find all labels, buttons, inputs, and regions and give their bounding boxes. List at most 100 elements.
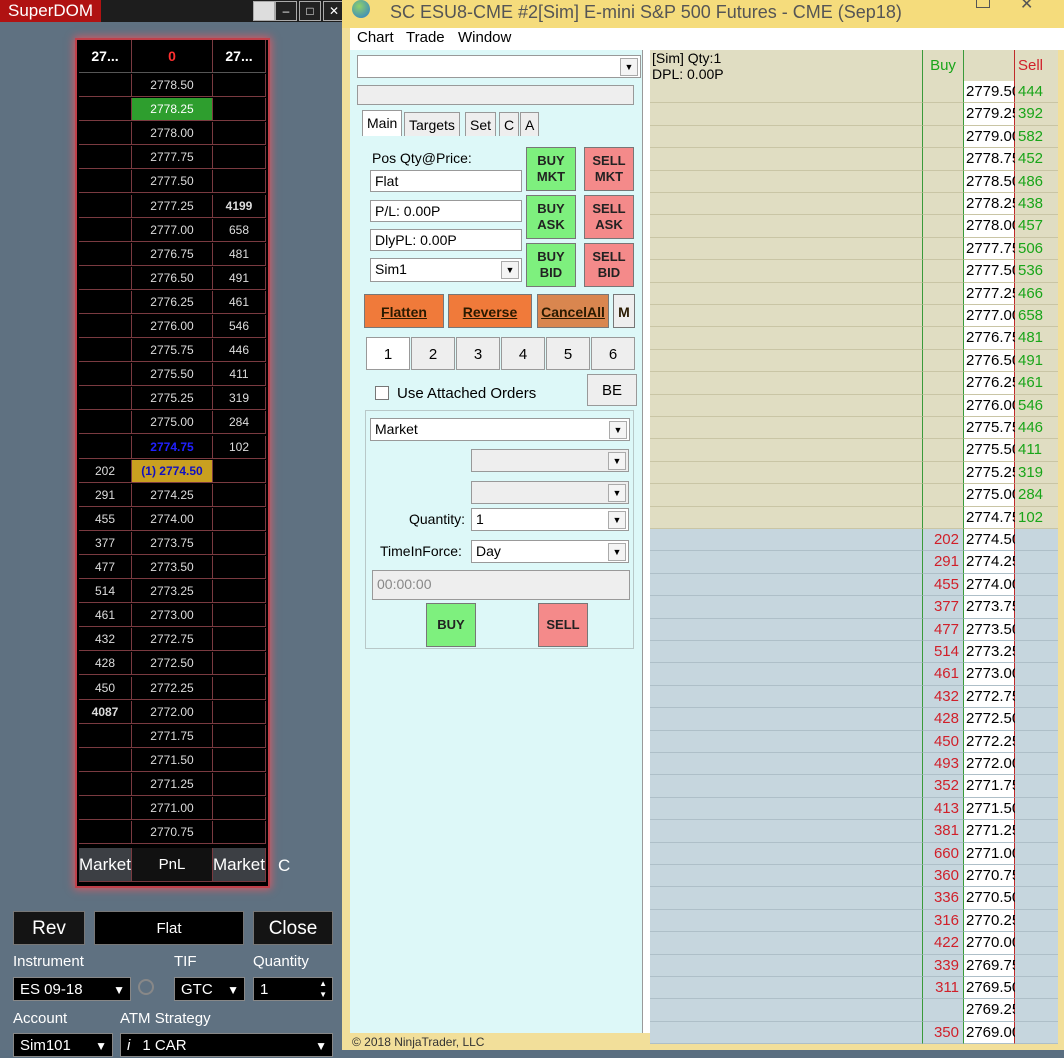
dom-sell-cell[interactable] bbox=[1015, 999, 1058, 1022]
atm-strategy-select[interactable]: i 1 CAR ▼ bbox=[120, 1033, 333, 1057]
dom-sell-cell[interactable]: 452 bbox=[1015, 148, 1058, 171]
dom-buy-cell[interactable]: 493 bbox=[922, 753, 963, 776]
qty-preset-6[interactable]: 6 bbox=[591, 337, 635, 370]
dom-price-cell[interactable]: 2771.00 bbox=[963, 842, 1020, 865]
ladder-price-cell[interactable]: 2777.00 bbox=[132, 218, 213, 242]
dom-buy-cell[interactable]: 428 bbox=[922, 708, 963, 731]
ladder-bid-cell[interactable]: 4087 bbox=[79, 700, 132, 724]
sell-bid-button[interactable]: SELL BID bbox=[584, 243, 634, 287]
dom-sell-cell[interactable]: 461 bbox=[1015, 372, 1058, 395]
c-label[interactable]: C bbox=[278, 856, 290, 876]
dom-price-cell[interactable]: 2774.75 bbox=[963, 506, 1020, 529]
dom-buy-cell[interactable]: 352 bbox=[922, 775, 963, 798]
dom-sell-cell[interactable]: 446 bbox=[1015, 417, 1058, 440]
tab-c[interactable]: C bbox=[499, 112, 520, 136]
dom-price-cell[interactable]: 2774.25 bbox=[963, 551, 1020, 574]
ladder-bid-cell[interactable]: 291 bbox=[79, 483, 132, 507]
dom-price-cell[interactable]: 2778.25 bbox=[963, 193, 1020, 216]
ladder-bid-cell[interactable]: 450 bbox=[79, 676, 132, 700]
ladder-price-cell[interactable]: 2770.75 bbox=[132, 821, 213, 845]
dom-price-cell[interactable]: 2771.25 bbox=[963, 820, 1020, 843]
stepper-arrows-icon[interactable]: ▲ ▼ bbox=[319, 978, 327, 1000]
ladder-bid-cell[interactable] bbox=[79, 242, 132, 266]
ladder-ask-cell[interactable] bbox=[213, 652, 266, 676]
dom-price-cell[interactable]: 2775.75 bbox=[963, 417, 1020, 440]
rev-button[interactable]: Rev bbox=[13, 911, 85, 945]
dom-sell-cell[interactable] bbox=[1015, 618, 1058, 641]
dom-buy-cell[interactable] bbox=[922, 148, 963, 171]
m-button[interactable]: M bbox=[613, 294, 635, 328]
dom-buy-cell[interactable] bbox=[922, 305, 963, 328]
ladder-ask-cell[interactable]: 446 bbox=[213, 339, 266, 363]
dom-price-cell[interactable]: 2775.25 bbox=[963, 461, 1020, 485]
ladder-price-cell[interactable]: 2773.75 bbox=[132, 531, 213, 555]
dom-sell-cell[interactable] bbox=[1015, 551, 1058, 574]
ladder-ask-cell[interactable] bbox=[213, 98, 266, 122]
account-select[interactable]: Sim101 ▼ bbox=[13, 1033, 113, 1057]
ladder-bid-cell[interactable]: 377 bbox=[79, 531, 132, 555]
ladder-bid-cell[interactable] bbox=[79, 387, 132, 411]
dom-price-cell[interactable]: 2769.00 bbox=[963, 1021, 1020, 1045]
ladder-price-cell[interactable]: 2772.25 bbox=[132, 676, 213, 700]
dom-price-cell[interactable]: 2771.50 bbox=[963, 797, 1020, 821]
dom-sell-cell[interactable]: 444 bbox=[1015, 81, 1058, 104]
dom-price-cell[interactable]: 2771.75 bbox=[963, 775, 1020, 798]
dom-sell-cell[interactable] bbox=[1015, 1021, 1058, 1045]
dom-buy-cell[interactable]: 336 bbox=[922, 887, 963, 910]
dom-price-cell[interactable]: 2777.50 bbox=[963, 260, 1020, 283]
header-ask[interactable]: 27... bbox=[213, 40, 266, 73]
quantity-stepper[interactable]: 1 ▲ ▼ bbox=[253, 977, 333, 1001]
ladder-price-cell[interactable]: 2771.75 bbox=[132, 724, 213, 748]
dom-sell-cell[interactable]: 466 bbox=[1015, 282, 1058, 305]
dom-price-cell[interactable]: 2776.00 bbox=[963, 394, 1020, 417]
close-button[interactable]: Close bbox=[253, 911, 333, 945]
market-sell-button[interactable]: Market bbox=[79, 848, 132, 882]
cancel-all-button[interactable]: CancelAll bbox=[537, 294, 609, 328]
ladder-bid-cell[interactable] bbox=[79, 218, 132, 242]
dom-buy-cell[interactable] bbox=[922, 215, 963, 238]
ladder-bid-cell[interactable]: 202 bbox=[79, 459, 132, 483]
qty-preset-4[interactable]: 4 bbox=[501, 337, 545, 370]
dom-buy-cell[interactable] bbox=[922, 237, 963, 261]
dom-buy-cell[interactable] bbox=[922, 461, 963, 485]
ladder-ask-cell[interactable] bbox=[213, 628, 266, 652]
ladder-bid-cell[interactable]: 514 bbox=[79, 580, 132, 604]
ladder-ask-cell[interactable] bbox=[213, 74, 266, 97]
ladder-price-cell[interactable]: 2775.50 bbox=[132, 363, 213, 387]
dom-price-cell[interactable]: 2769.25 bbox=[963, 999, 1020, 1022]
ladder-bid-cell[interactable] bbox=[79, 74, 132, 97]
ladder-ask-cell[interactable]: 284 bbox=[213, 411, 266, 435]
ladder-ask-cell[interactable] bbox=[213, 700, 266, 724]
ladder-bid-cell[interactable] bbox=[79, 146, 132, 170]
ladder-ask-cell[interactable]: 461 bbox=[213, 290, 266, 314]
dom-sell-cell[interactable] bbox=[1015, 641, 1058, 664]
dom-price-cell[interactable]: 2773.25 bbox=[963, 641, 1020, 664]
dom-buy-cell[interactable]: 291 bbox=[922, 551, 963, 574]
quantity-select[interactable]: 1 ▼ bbox=[471, 508, 629, 531]
ladder-bid-cell[interactable] bbox=[79, 339, 132, 363]
dom-sell-cell[interactable] bbox=[1015, 865, 1058, 888]
ladder-bid-cell[interactable]: 477 bbox=[79, 556, 132, 579]
dom-sell-cell[interactable] bbox=[1015, 820, 1058, 843]
dom-buy-cell[interactable] bbox=[922, 439, 963, 462]
ladder-price-cell[interactable]: 2777.25 bbox=[132, 194, 213, 218]
dom-buy-cell[interactable]: 455 bbox=[922, 573, 963, 597]
ladder-bid-cell[interactable] bbox=[79, 266, 132, 290]
dom-buy-cell[interactable] bbox=[922, 125, 963, 149]
dom-price-cell[interactable]: 2779.00 bbox=[963, 125, 1020, 149]
tif-select[interactable]: Day ▼ bbox=[471, 540, 629, 563]
header-price[interactable]: 0 bbox=[132, 40, 213, 73]
ladder-ask-cell[interactable] bbox=[213, 676, 266, 700]
market-buy-button[interactable]: Market bbox=[213, 848, 266, 882]
ladder-price-cell[interactable]: 2774.75 bbox=[132, 435, 213, 459]
ladder-ask-cell[interactable] bbox=[213, 122, 266, 146]
ladder-bid-cell[interactable]: 432 bbox=[79, 628, 132, 652]
dom-buy-cell[interactable] bbox=[922, 394, 963, 417]
dom-price-cell[interactable]: 2770.25 bbox=[963, 909, 1020, 933]
dom-buy-cell[interactable]: 514 bbox=[922, 641, 963, 664]
ladder-price-cell[interactable]: 2775.00 bbox=[132, 411, 213, 435]
dom-price-cell[interactable]: 2779.25 bbox=[963, 103, 1020, 126]
ladder-price-cell[interactable]: 2775.75 bbox=[132, 339, 213, 363]
dom-sell-cell[interactable] bbox=[1015, 909, 1058, 933]
ladder-ask-cell[interactable]: 481 bbox=[213, 242, 266, 266]
